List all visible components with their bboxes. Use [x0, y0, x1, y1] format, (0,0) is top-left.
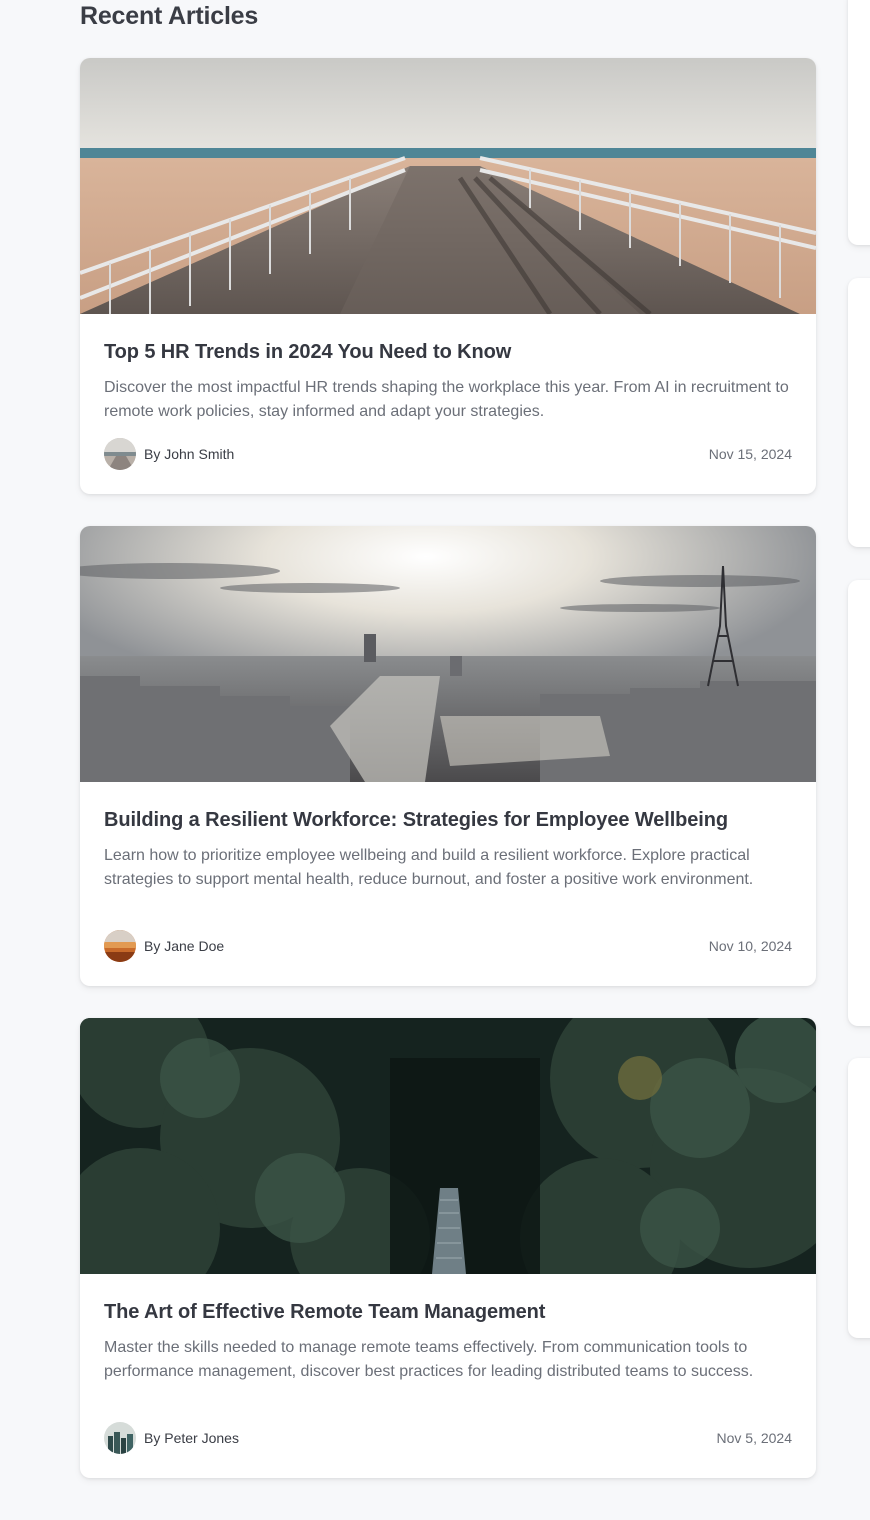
author-name: By John Smith [144, 446, 235, 462]
author-avatar [104, 438, 136, 470]
paris-skyline-image[interactable] [80, 526, 816, 782]
author-avatar [104, 1422, 136, 1454]
author: By John Smith [104, 438, 234, 470]
sidebar-card [848, 0, 870, 245]
publish-date: Nov 5, 2024 [716, 1430, 793, 1446]
article-title[interactable]: Building a Resilient Workforce: Strategi… [104, 806, 792, 834]
sidebar-card [848, 1058, 870, 1338]
author: By Peter Jones [104, 1422, 239, 1454]
article-title[interactable]: The Art of Effective Remote Team Managem… [104, 1298, 792, 1326]
author-name: By Peter Jones [144, 1430, 239, 1446]
publish-date: Nov 10, 2024 [708, 938, 792, 954]
article-title[interactable]: Top 5 HR Trends in 2024 You Need to Know [104, 338, 792, 366]
sidebar-card [848, 580, 870, 1026]
article-card[interactable]: Top 5 HR Trends in 2024 You Need to Know… [80, 58, 816, 494]
author-avatar [104, 930, 136, 962]
author-name: By Jane Doe [144, 938, 225, 954]
article-card[interactable]: The Art of Effective Remote Team Managem… [80, 1018, 816, 1478]
article-meta: By Jane Doe Nov 10, 2024 [104, 930, 792, 962]
sidebar-card [848, 278, 870, 547]
forest-bridge-image[interactable] [80, 1018, 816, 1274]
beach-boardwalk-image[interactable] [80, 58, 816, 314]
article-excerpt: Master the skills needed to manage remot… [104, 1339, 754, 1380]
article-meta: By Peter Jones Nov 5, 2024 [104, 1422, 792, 1454]
section-title: Recent Articles [80, 2, 259, 30]
article-excerpt: Discover the most impactful HR trends sh… [104, 379, 789, 420]
article-excerpt: Learn how to prioritize employee wellbei… [104, 847, 754, 888]
article-card[interactable]: Building a Resilient Workforce: Strategi… [80, 526, 816, 986]
article-meta: By John Smith Nov 15, 2024 [104, 438, 792, 470]
publish-date: Nov 15, 2024 [708, 446, 792, 462]
author: By Jane Doe [104, 930, 224, 962]
